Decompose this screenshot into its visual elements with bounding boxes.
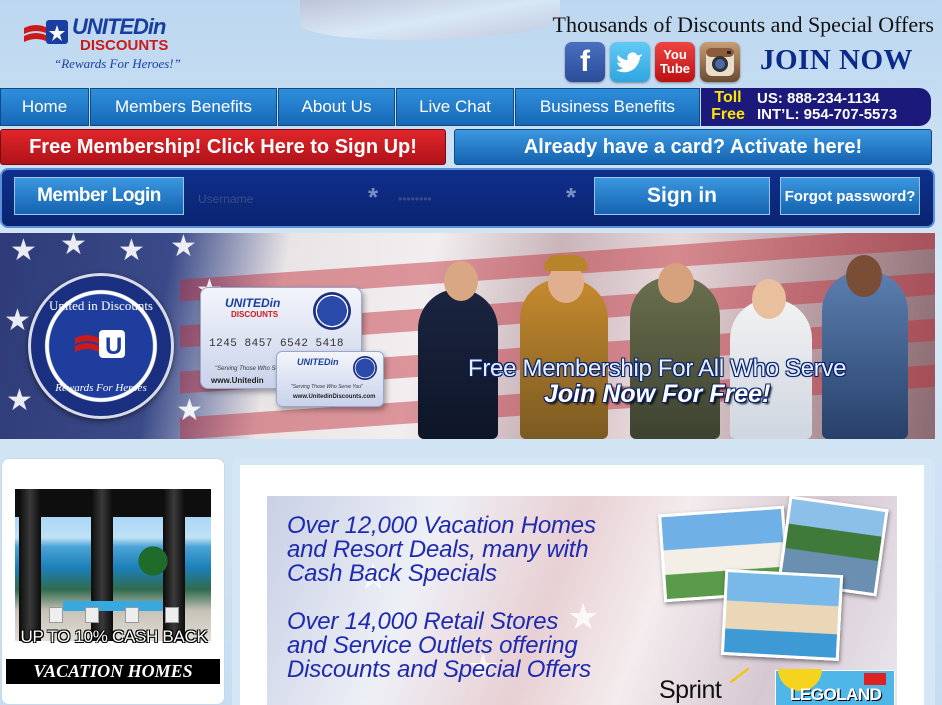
- photo-column: [19, 489, 41, 641]
- sign-in-button[interactable]: Sign in: [594, 177, 770, 215]
- deal-line: Over 12,000 Vacation Homes: [287, 512, 596, 539]
- vacation-homes-label: VACATION HOMES: [6, 659, 220, 684]
- lounge-chair: [165, 607, 179, 623]
- password-required-mark: *: [566, 182, 577, 212]
- star-icon: ★: [10, 234, 37, 267]
- username-required-mark: *: [368, 182, 379, 212]
- header-tagline: Thousands of Discounts and Special Offer…: [552, 12, 934, 37]
- member-login-label: Member Login: [14, 177, 184, 215]
- vacation-promo[interactable]: UP TO 10% CASH BACK VACATION HOMES: [1, 458, 225, 705]
- deal-line: Cash Back Specials: [287, 560, 497, 587]
- banner-subheadline: Join Now For Free!: [544, 380, 771, 408]
- sprint-icon: ⁄: [732, 660, 748, 691]
- seal-title: United in Discounts: [49, 298, 153, 313]
- username-input[interactable]: [198, 186, 358, 212]
- header: UNITEDin DISCOUNTS “Rewards For Heroes!”…: [0, 0, 942, 88]
- photo-pool: [63, 601, 163, 611]
- card-number: 1245 8457 6542 5418: [209, 338, 344, 350]
- deals-banner[interactable]: ★ ★ ★ Over 12,000 Vacation Homes and Res…: [267, 496, 897, 705]
- police-officer-head: [444, 261, 478, 301]
- logo-tagline: “Rewards For Heroes!”: [54, 56, 181, 71]
- lego-brick-icon: [864, 673, 886, 685]
- login-bar: Member Login * * Sign in Forgot password…: [0, 168, 935, 228]
- brand-seal: United in Discounts U Rewards For Heroes: [28, 273, 174, 419]
- phone-intl: INT’L: 954-707-5573: [757, 106, 898, 123]
- free-membership-button[interactable]: Free Membership! Click Here to Sign Up!: [0, 129, 446, 165]
- palm-tree: [133, 541, 173, 591]
- password-input[interactable]: [398, 186, 558, 212]
- youtube-icon[interactable]: You Tube: [655, 42, 695, 82]
- twitter-icon[interactable]: [610, 42, 650, 82]
- camera-glyph: [706, 48, 734, 76]
- nav-home[interactable]: Home: [0, 88, 89, 126]
- star-icon: ★: [4, 304, 31, 337]
- card-site: www.Unitedin: [211, 376, 264, 385]
- nav-live-chat[interactable]: Live Chat: [396, 88, 514, 126]
- deal-line: and Service Outlets offering: [287, 632, 578, 659]
- nav-business-benefits[interactable]: Business Benefits: [515, 88, 700, 126]
- card2-seal-icon: [353, 356, 377, 380]
- main-nav: Home Members Benefits About Us Live Chat…: [0, 88, 942, 126]
- card-brand: UNITEDin: [225, 296, 281, 310]
- star-icon: ★: [60, 233, 87, 261]
- seal-motto: Rewards For Heroes: [55, 382, 147, 394]
- flag-watermark: [300, 0, 560, 40]
- star-icon: ★: [118, 234, 145, 267]
- lounge-chair: [125, 607, 139, 623]
- join-now-link[interactable]: JOIN NOW: [760, 44, 913, 77]
- vacation-photo: [15, 489, 211, 641]
- card2-brand: UNITEDin: [297, 357, 339, 367]
- card-seal-icon: [313, 292, 351, 330]
- deal-line: Discounts and Special Offers: [287, 656, 591, 683]
- phone-us: US: 888-234-1134: [757, 90, 880, 107]
- legoland-label: LEGOLAND: [790, 685, 882, 704]
- legoland-logo: LEGOLAND: [775, 669, 895, 705]
- security-officer-head: [846, 255, 882, 297]
- seal-flag-icon: U: [75, 330, 125, 360]
- logo-subtitle: DISCOUNTS: [80, 37, 169, 54]
- facebook-icon[interactable]: f: [565, 42, 605, 82]
- card2-site: www.UnitedinDiscounts.com: [293, 394, 376, 400]
- membership-card-small: UNITEDin "Serving Those Who Serve You" w…: [276, 351, 384, 407]
- site-logo[interactable]: UNITEDin DISCOUNTS “Rewards For Heroes!”: [22, 12, 222, 74]
- deal-line: and Resort Deals, many with: [287, 536, 589, 563]
- nav-about-us[interactable]: About Us: [278, 88, 395, 126]
- banner-headline: Free Membership For All Who Serve: [468, 355, 847, 382]
- forgot-password-button[interactable]: Forgot password?: [780, 177, 920, 215]
- card2-serving: "Serving Those Who Serve You": [291, 384, 363, 390]
- cashback-text: UP TO 10% CASH BACK: [20, 627, 208, 646]
- nav-members-benefits[interactable]: Members Benefits: [90, 88, 277, 126]
- svg-text:U: U: [105, 333, 122, 360]
- activate-card-button[interactable]: Already have a card? Activate here!: [454, 129, 932, 165]
- firefighter-helmet: [544, 255, 588, 271]
- logo-flag-icon: [24, 20, 68, 44]
- lounge-chair: [85, 607, 99, 623]
- deal-line: Over 14,000 Retail Stores: [287, 608, 559, 635]
- twitter-bird-glyph: [616, 52, 642, 73]
- lounge-chair: [49, 607, 63, 623]
- soldier-head: [658, 263, 694, 303]
- toll-free-box: Toll Free US: 888-234-1134 INT’L: 954-707…: [701, 88, 931, 126]
- toll-free-label: Toll Free: [711, 89, 745, 123]
- star-icon: ★: [6, 384, 33, 417]
- sprint-logo: Sprint: [659, 676, 722, 704]
- instagram-icon[interactable]: [700, 42, 740, 82]
- social-links: f You Tube: [565, 42, 740, 82]
- card-brand-sub: DISCOUNTS: [231, 310, 279, 319]
- star-icon: ★: [170, 233, 197, 263]
- hotel-photo: [720, 568, 844, 662]
- star-icon: ★: [176, 394, 203, 427]
- nurse-head: [752, 279, 786, 319]
- hero-banner[interactable]: ★ ★ ★ ★ ★ ★ ★ ★ United in Discounts U Re…: [0, 233, 935, 439]
